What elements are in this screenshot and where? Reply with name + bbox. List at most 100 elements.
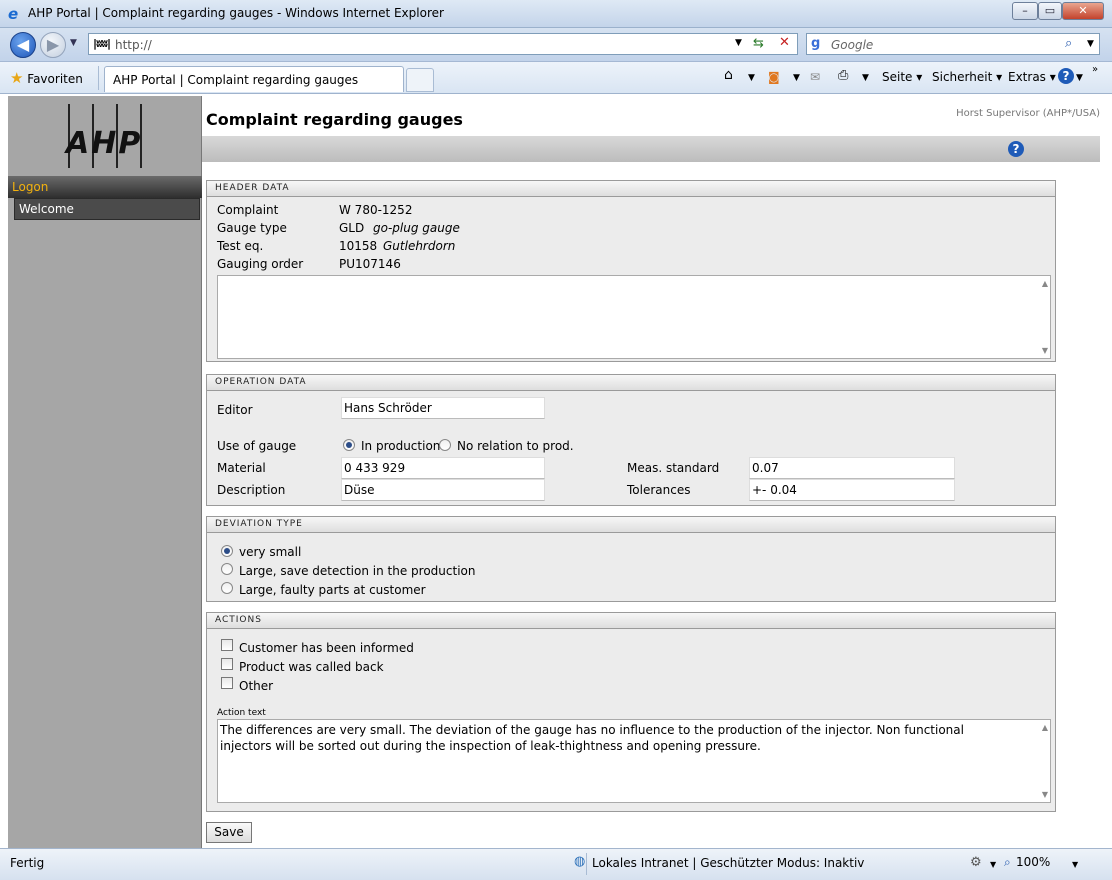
site-favicon-icon: |ʬʬ|: [93, 37, 111, 50]
very-small-label: very small: [239, 545, 302, 559]
zoom-level[interactable]: 100%: [1016, 855, 1050, 869]
protected-mode-icon[interactable]: ⚙: [970, 855, 982, 870]
help-dropdown-icon[interactable]: ▼: [1076, 73, 1083, 83]
ahp-logo: AHP: [66, 126, 143, 161]
browser-help-icon[interactable]: ?: [1058, 68, 1074, 84]
address-text: http://: [115, 38, 152, 52]
status-text: Fertig: [10, 856, 45, 870]
tab-title: AHP Portal | Complaint regarding gauges: [113, 73, 359, 87]
product-called-back-label: Product was called back: [239, 660, 384, 674]
action-text-textarea[interactable]: The differences are very small. The devi…: [217, 719, 1051, 803]
gauge-type-label: Gauge type: [217, 221, 287, 235]
current-user: Horst Supervisor (AHP*/USA): [956, 108, 1100, 119]
status-separator: [586, 853, 587, 875]
meas-standard-label: Meas. standard: [627, 461, 720, 475]
history-dropdown-icon[interactable]: ▼: [70, 38, 77, 48]
favorites-button[interactable]: ★ Favoriten: [10, 69, 83, 87]
scroll-down-icon[interactable]: ▼: [1042, 790, 1048, 799]
status-dropdown-icon[interactable]: ▼: [990, 860, 996, 869]
help-icon[interactable]: ?: [1008, 141, 1024, 157]
rss-dropdown-icon[interactable]: ▼: [793, 73, 800, 83]
editor-input[interactable]: Hans Schröder: [341, 397, 545, 419]
radio-large-save-detection[interactable]: [221, 563, 233, 575]
in-production-label: In production: [361, 439, 441, 453]
print-icon[interactable]: ⎙: [838, 68, 848, 83]
checkbox-product-called-back[interactable]: [221, 658, 233, 670]
gauge-type-name: go-plug gauge: [373, 221, 460, 235]
material-label: Material: [217, 461, 266, 475]
new-tab-button[interactable]: [406, 68, 434, 92]
radio-large-faulty-parts[interactable]: [221, 582, 233, 594]
title-band: ?: [202, 136, 1100, 162]
stop-icon[interactable]: ✕: [779, 35, 790, 50]
main-content: Complaint regarding gauges Horst Supervi…: [202, 96, 1100, 848]
search-placeholder: Google: [831, 38, 874, 52]
radio-no-relation[interactable]: [439, 439, 451, 451]
sidebar: AHP Logon Welcome: [8, 96, 202, 848]
checkbox-other[interactable]: [221, 677, 233, 689]
save-button[interactable]: Save: [206, 822, 252, 843]
home-icon[interactable]: ⌂: [724, 67, 733, 83]
large-save-detection-label: Large, save detection in the production: [239, 564, 476, 578]
toolbar-separator: [98, 66, 99, 90]
back-arrow-icon[interactable]: ◀: [10, 32, 36, 58]
sidebar-item-welcome[interactable]: Welcome: [14, 198, 200, 220]
action-text-label: Action text: [217, 708, 266, 718]
scroll-up-icon[interactable]: ▲: [1042, 279, 1048, 288]
panel-heading: HEADER DATA: [207, 181, 1055, 197]
address-dropdown-icon[interactable]: ▼: [735, 38, 742, 48]
page-menu[interactable]: Seite ▾: [882, 70, 922, 84]
material-input[interactable]: 0 433 929: [341, 457, 545, 479]
header-data-panel: HEADER DATA Complaint W 780-1252 Gauge t…: [206, 180, 1056, 362]
address-toolbar: ◀ ▶ ▼ |ʬʬ| http:// ▼ ⇆ ✕ g Google ⌕ ▼: [0, 28, 1112, 62]
actions-panel: ACTIONS Customer has been informed Produ…: [206, 612, 1056, 812]
rss-icon[interactable]: ◙: [768, 70, 780, 84]
scroll-up-icon[interactable]: ▲: [1042, 723, 1048, 732]
print-dropdown-icon[interactable]: ▼: [862, 73, 869, 83]
tolerances-input[interactable]: +- 0.04: [749, 479, 955, 501]
zoom-icon[interactable]: ⌕: [1004, 855, 1011, 870]
mail-icon[interactable]: ✉: [810, 70, 820, 84]
google-icon: g: [811, 36, 821, 51]
security-menu[interactable]: Sicherheit ▾: [932, 70, 1002, 84]
home-dropdown-icon[interactable]: ▼: [748, 73, 755, 83]
tab-ahp-portal[interactable]: AHP Portal | Complaint regarding gauges: [104, 66, 404, 92]
checkbox-customer-informed[interactable]: [221, 639, 233, 651]
tab-command-bar: ★ Favoriten AHP Portal | Complaint regar…: [0, 62, 1112, 94]
scroll-down-icon[interactable]: ▼: [1042, 346, 1048, 355]
radio-very-small[interactable]: [221, 545, 233, 557]
logo-area: AHP: [8, 96, 202, 176]
large-faulty-parts-label: Large, faulty parts at customer: [239, 583, 426, 597]
address-input[interactable]: |ʬʬ| http:// ▼ ⇆ ✕: [88, 33, 798, 55]
complaint-value: W 780-1252: [339, 203, 413, 217]
forward-arrow-icon[interactable]: ▶: [40, 32, 66, 58]
test-eq-label: Test eq.: [217, 239, 264, 253]
search-input[interactable]: g Google ⌕ ▼: [806, 33, 1100, 55]
window-titlebar: e AHP Portal | Complaint regarding gauge…: [0, 0, 1112, 28]
tolerances-label: Tolerances: [627, 483, 691, 497]
close-button[interactable]: ✕: [1062, 2, 1104, 20]
radio-in-production[interactable]: [343, 439, 355, 451]
minimize-button[interactable]: –: [1012, 2, 1038, 20]
zoom-dropdown-icon[interactable]: ▼: [1072, 860, 1078, 869]
deviation-type-panel: DEVIATION TYPE very small Large, save de…: [206, 516, 1056, 602]
header-notes-textarea[interactable]: ▲ ▼: [217, 275, 1051, 359]
gauging-order-label: Gauging order: [217, 257, 304, 271]
window-title: AHP Portal | Complaint regarding gauges …: [28, 6, 444, 20]
action-text-content: The differences are very small. The devi…: [220, 723, 964, 753]
chevron-more-icon[interactable]: »: [1092, 64, 1098, 75]
refresh-icon[interactable]: ⇆: [753, 36, 764, 51]
description-input[interactable]: Düse: [341, 479, 545, 501]
test-eq-code: 10158: [339, 239, 378, 253]
search-icon[interactable]: ⌕: [1065, 36, 1072, 51]
sidebar-section-logon[interactable]: Logon: [8, 176, 202, 198]
ie-icon: e: [8, 5, 19, 23]
meas-standard-input[interactable]: 0.07: [749, 457, 955, 479]
maximize-button[interactable]: ▭: [1038, 2, 1062, 20]
extras-menu[interactable]: Extras ▾: [1008, 70, 1056, 84]
panel-heading: OPERATION DATA: [207, 375, 1055, 391]
panel-heading: DEVIATION TYPE: [207, 517, 1055, 533]
search-dropdown-icon[interactable]: ▼: [1087, 39, 1094, 49]
test-eq-name: Gutlehrdorn: [383, 239, 456, 253]
customer-informed-label: Customer has been informed: [239, 641, 414, 655]
